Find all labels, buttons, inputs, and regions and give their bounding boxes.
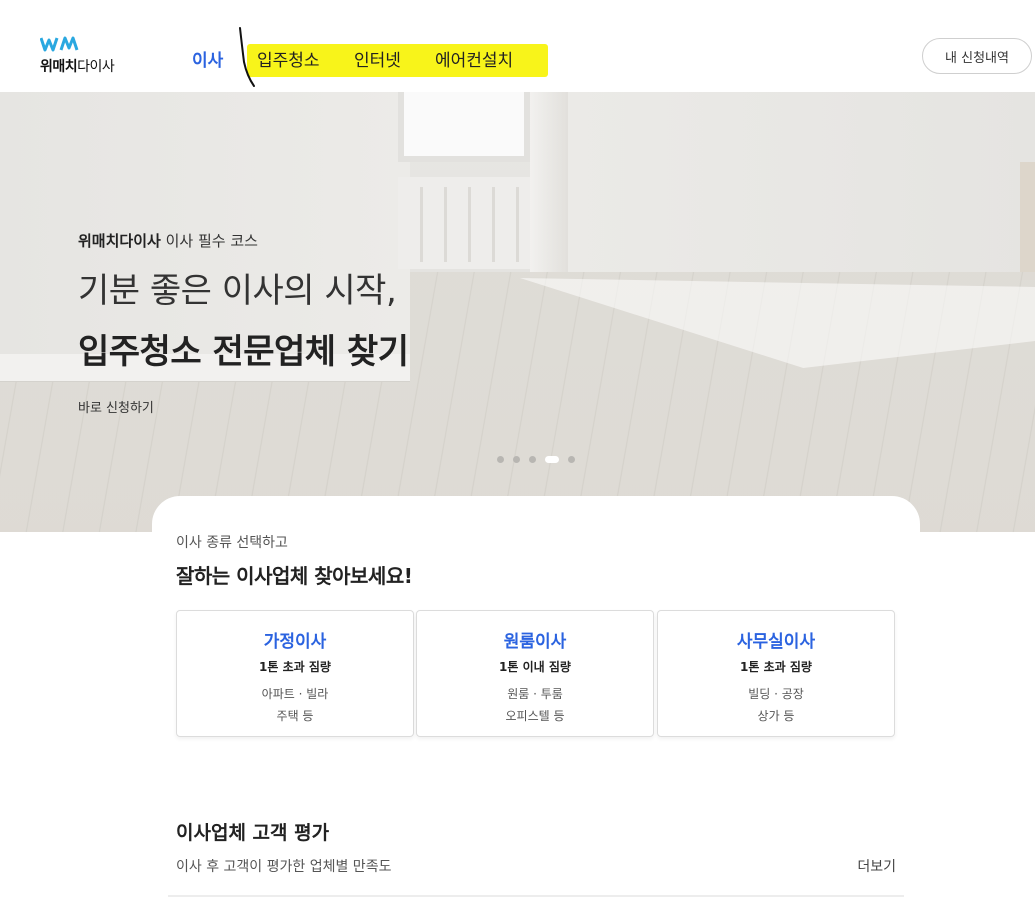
card-home-moving[interactable]: 가정이사 1톤 초과 짐량 아파트 · 빌라 주택 등 [176,610,414,737]
card-description: 빌딩 · 공장 상가 등 [748,687,804,723]
section-title: 잘하는 이사업체 찾아보세요! [176,564,413,588]
card-description: 아파트 · 빌라 주택 등 [261,687,329,723]
logo-text: 위매치다이사 [40,59,115,75]
card-title: 원룸이사 [503,632,567,652]
moving-type-cards: 가정이사 1톤 초과 짐량 아파트 · 빌라 주택 등 원룸이사 1톤 이내 짐… [176,610,896,737]
hero-bg-railing [398,177,530,269]
carousel-dot-3[interactable] [529,455,536,463]
hero-title-line1: 기분 좋은 이사의 시작, [78,271,397,311]
hero-title-line2: 입주청소 전문업체 찾기 [78,332,409,372]
hero-banner: 위매치다이사 이사 필수 코스 기분 좋은 이사의 시작, 입주청소 전문업체 … [0,92,1035,532]
reviews-more-link[interactable]: 더보기 [857,856,896,876]
site-header: 위매치다이사 이사 입주청소 인터넷 에어컨설치 내 신청내역 [0,0,1035,92]
reviews-title: 이사업체 고객 평가 [176,822,330,844]
my-requests-button[interactable]: 내 신청내역 [922,38,1032,74]
card-office-moving[interactable]: 사무실이사 1톤 초과 짐량 빌딩 · 공장 상가 등 [657,610,895,737]
hero-bg-window [398,92,530,162]
nav-item-moving[interactable]: 이사 [192,46,223,71]
nav-item-aircon-install[interactable]: 에어컨설치 [435,46,513,71]
logo[interactable]: 위매치다이사 [40,36,130,76]
nav-item-move-in-cleaning[interactable]: 입주청소 [257,46,320,71]
card-oneroom-moving[interactable]: 원룸이사 1톤 이내 짐량 원룸 · 투룸 오피스텔 등 [416,610,654,737]
card-description: 원룸 · 투룸 오피스텔 등 [505,687,565,723]
card-title: 가정이사 [263,632,327,652]
hero-bg-wall-right [568,92,1035,272]
hero-subtitle: 위매치다이사 이사 필수 코스 [78,232,258,250]
hero-copy: 위매치다이사 이사 필수 코스 기분 좋은 이사의 시작, 입주청소 전문업체 … [78,230,409,416]
carousel-dots [497,455,584,463]
section-subtitle: 이사 종류 선택하고 [176,535,288,551]
logo-mark-icon [40,36,79,52]
hero-apply-link[interactable]: 바로 신청하기 [78,397,154,416]
hero-bg-pillar [530,92,568,277]
card-weight: 1톤 이내 짐량 [499,660,571,674]
carousel-dot-4[interactable] [545,455,559,463]
carousel-dot-5[interactable] [568,455,575,463]
carousel-dot-1[interactable] [497,455,504,463]
reviews-subtitle: 이사 후 고객이 평가한 업체별 만족도 [176,859,392,875]
moving-type-panel: 이사 종류 선택하고 잘하는 이사업체 찾아보세요! 가정이사 1톤 초과 짐량… [152,496,920,897]
card-weight: 1톤 초과 짐량 [740,660,812,674]
hero-bg-stool [1020,162,1035,280]
nav-item-internet[interactable]: 인터넷 [354,46,401,71]
card-title: 사무실이사 [736,632,816,652]
carousel-dot-2[interactable] [513,455,520,463]
card-weight: 1톤 초과 짐량 [259,660,331,674]
